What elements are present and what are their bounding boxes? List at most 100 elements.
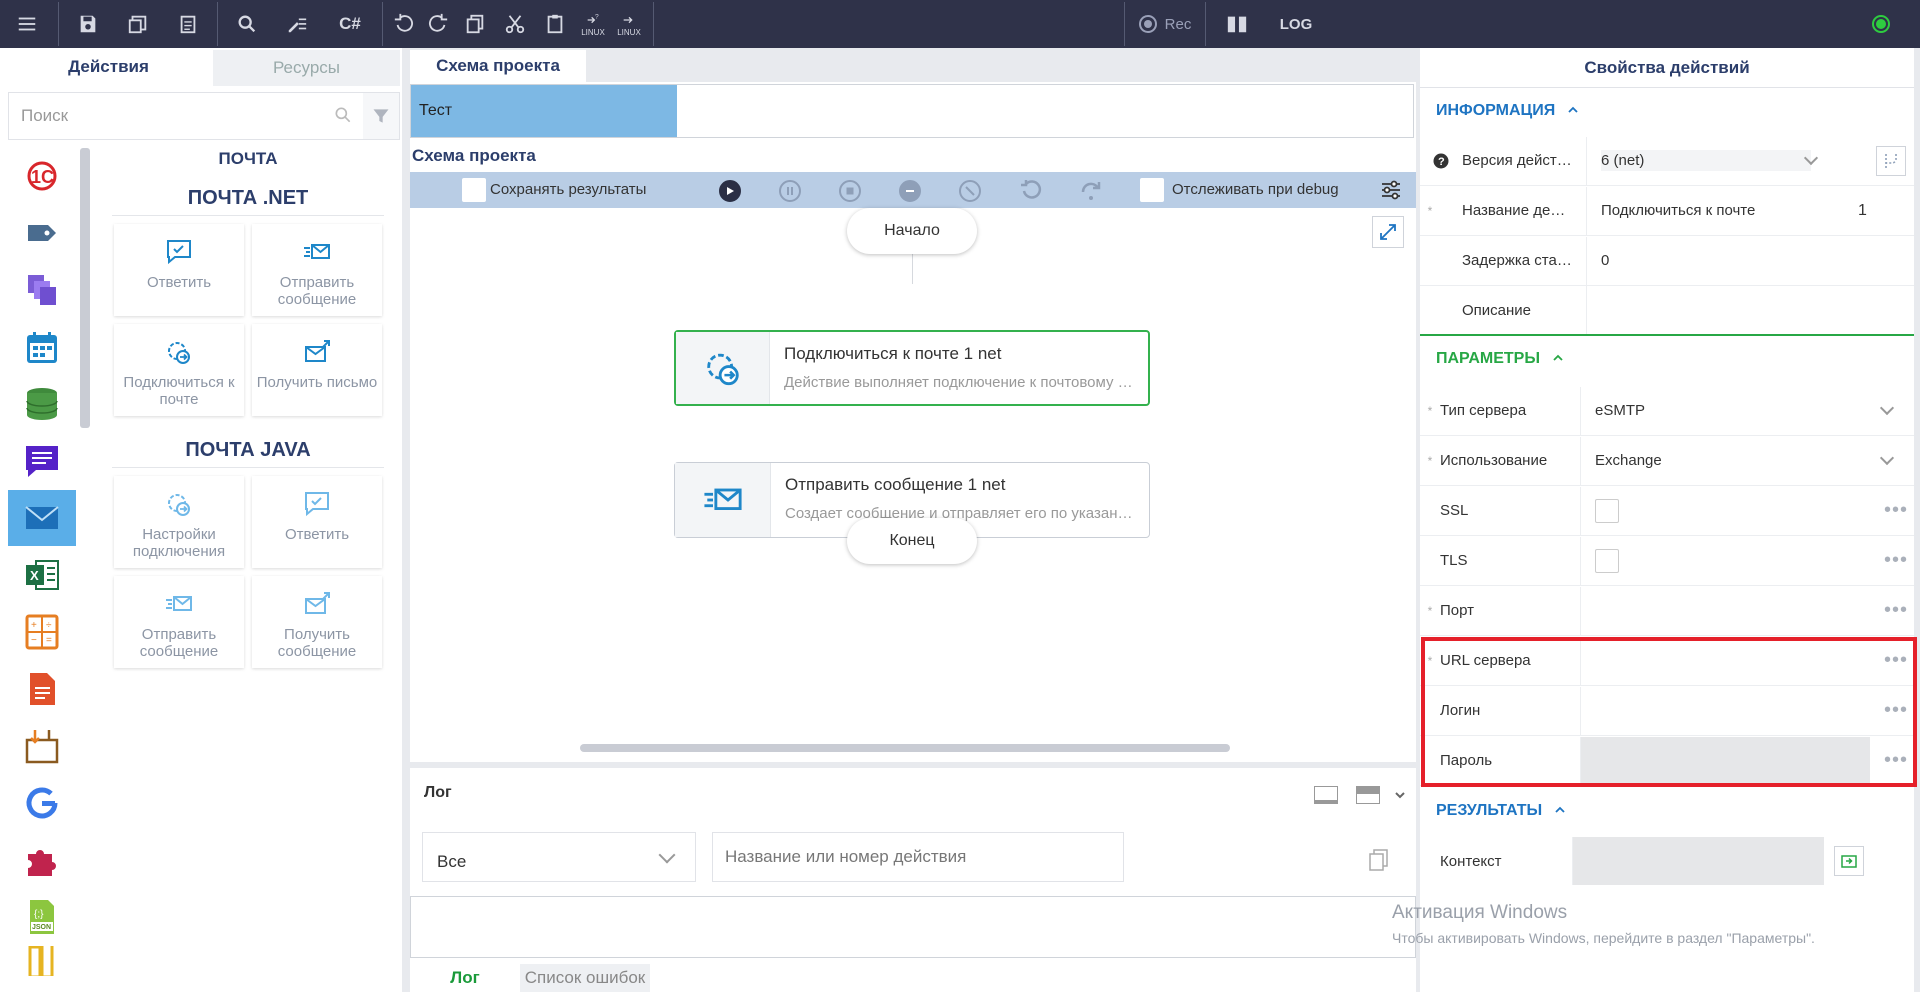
linux-run-icon[interactable]: ? LINUX [575, 0, 611, 48]
collapse-chevron-icon[interactable] [1394, 788, 1406, 805]
settings-sliders-icon[interactable] [1380, 179, 1402, 205]
start-node[interactable]: Начало [847, 208, 977, 254]
tab-error-list[interactable]: Список ошибок [520, 964, 650, 992]
section-results[interactable]: РЕЗУЛЬТАТЫ [1436, 802, 1566, 820]
copy-icon[interactable] [455, 0, 495, 48]
edit-list-icon[interactable] [272, 0, 322, 48]
password-field[interactable] [1580, 736, 1870, 785]
category-files-icon[interactable] [8, 262, 76, 318]
login-field[interactable] [1580, 686, 1870, 735]
log-output[interactable] [410, 896, 1416, 958]
save-all-icon[interactable] [113, 0, 163, 48]
log-level-select[interactable]: Все [422, 832, 696, 882]
action-reply-net[interactable]: Ответить [114, 224, 244, 316]
restart-icon[interactable] [1019, 178, 1043, 206]
action-name-field[interactable]: Подключиться к почте [1586, 186, 1840, 235]
section-params[interactable]: ПАРАМЕТРЫ [1436, 350, 1564, 368]
action-receive-letter-net[interactable]: Получить письмо [252, 324, 382, 416]
usage-select[interactable]: Exchange [1580, 436, 1914, 485]
category-document-icon[interactable] [8, 661, 76, 717]
save-results-checkbox[interactable] [462, 178, 486, 202]
search-icon[interactable] [333, 105, 353, 129]
flow-node-connect-mail[interactable]: Подключиться к почте 1 net Действие выпо… [674, 330, 1150, 406]
category-tag-icon[interactable] [8, 205, 76, 261]
more-options-icon[interactable]: ••• [1884, 549, 1908, 572]
port-field[interactable] [1580, 586, 1870, 635]
fit-view-button[interactable] [1372, 216, 1404, 248]
action-send-message-net[interactable]: Отправить сообщение [252, 224, 382, 316]
tab-test[interactable]: Тест [411, 85, 677, 137]
prop-row-delay: Задержка старта 0 [1420, 236, 1914, 286]
search-icon[interactable] [222, 0, 272, 48]
menu-icon[interactable] [0, 0, 54, 48]
track-debug-checkbox[interactable] [1140, 178, 1164, 202]
version-select[interactable]: 6 (net) [1586, 136, 1840, 185]
context-field[interactable] [1572, 837, 1824, 885]
category-archive-icon[interactable] [8, 718, 76, 774]
linux-step-icon[interactable]: LINUX [611, 0, 647, 48]
category-plugin-icon[interactable] [8, 832, 76, 888]
category-folder-icon[interactable] [8, 946, 76, 976]
action-receive-message-java[interactable]: Получить сообщение [252, 576, 382, 668]
tls-checkbox[interactable] [1595, 548, 1619, 573]
start-delay-field[interactable]: 0 [1586, 236, 1876, 285]
action-connect-mail-net[interactable]: Подключиться к почте [114, 324, 244, 416]
log-button[interactable]: LOG [1264, 0, 1328, 48]
add-variable-icon[interactable] [1834, 846, 1864, 876]
more-options-icon[interactable]: ••• [1884, 699, 1908, 722]
more-options-icon[interactable]: ••• [1884, 499, 1908, 522]
category-google-icon[interactable] [8, 775, 76, 831]
action-send-message-java[interactable]: Отправить сообщение [114, 576, 244, 668]
run-icon[interactable] [719, 180, 741, 202]
filter-icon[interactable] [363, 93, 399, 139]
redo-icon[interactable] [421, 0, 455, 48]
dock-bottom-icon[interactable] [1314, 786, 1338, 804]
csharp-button[interactable]: C# [322, 0, 378, 48]
category-chat-icon[interactable] [8, 433, 76, 489]
action-reply-java[interactable]: Ответить [252, 476, 382, 568]
save-icon[interactable] [63, 0, 113, 48]
schema-canvas[interactable]: Сохранять результаты Отслеживать при deb… [410, 172, 1416, 762]
log-search-input[interactable] [712, 832, 1124, 882]
end-node[interactable]: Конец [847, 518, 977, 564]
category-scrollbar[interactable] [80, 148, 90, 428]
more-options-icon[interactable]: ••• [1884, 649, 1908, 672]
action-connection-settings-java[interactable]: Настройки подключения [114, 476, 244, 568]
canvas-horizontal-scrollbar[interactable] [580, 744, 1230, 752]
paste-icon[interactable] [535, 0, 575, 48]
category-calculator-icon[interactable]: + ÷ − = [8, 604, 76, 660]
svg-text:?: ? [595, 13, 599, 20]
undo-icon[interactable] [387, 0, 421, 48]
copy-log-icon[interactable] [1368, 848, 1390, 876]
section-info[interactable]: ИНФОРМАЦИЯ [1436, 102, 1579, 120]
more-options-icon[interactable]: ••• [1884, 749, 1908, 772]
stop-icon[interactable] [839, 180, 861, 202]
tab-actions[interactable]: Действия [8, 50, 209, 86]
step-over-icon[interactable] [1079, 178, 1103, 206]
record-button[interactable]: Rec [1129, 15, 1201, 33]
search-input[interactable] [9, 94, 309, 138]
help-icon[interactable]: ? [1420, 153, 1462, 169]
category-1c-icon[interactable]: 1С [8, 148, 76, 204]
branch-icon[interactable] [1876, 146, 1906, 176]
clipboard-list-icon[interactable] [163, 0, 213, 48]
cancel-icon[interactable] [899, 180, 921, 202]
category-calendar-icon[interactable] [8, 319, 76, 375]
dock-half-icon[interactable] [1356, 786, 1380, 804]
book-icon[interactable] [1210, 0, 1264, 48]
tab-resources[interactable]: Ресурсы [212, 50, 400, 86]
more-options-icon[interactable]: ••• [1884, 599, 1908, 622]
description-field[interactable] [1586, 286, 1876, 334]
server-type-select[interactable]: eSMTP [1580, 386, 1914, 435]
cut-icon[interactable] [495, 0, 535, 48]
category-excel-icon[interactable]: X [8, 547, 76, 603]
pause-icon[interactable] [779, 180, 801, 202]
ssl-checkbox[interactable] [1595, 498, 1619, 523]
category-json-icon[interactable]: {;} JSON [8, 889, 76, 945]
category-mail-icon[interactable] [8, 490, 76, 546]
tab-project-schema[interactable]: Схема проекта [410, 50, 586, 82]
tab-log[interactable]: Лог [410, 964, 520, 992]
server-url-field[interactable] [1580, 636, 1870, 685]
category-database-icon[interactable] [8, 376, 76, 432]
disable-icon[interactable] [959, 180, 981, 202]
